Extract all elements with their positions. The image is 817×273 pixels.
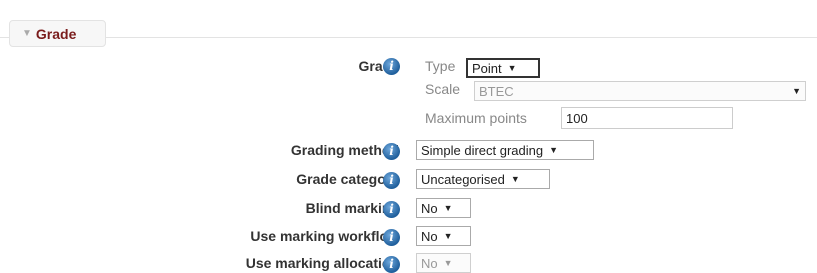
- marking-allocation-select[interactable]: No ▼: [416, 253, 471, 273]
- max-points-label: Maximum points: [425, 110, 527, 126]
- dropdown-arrow-icon: ▼: [507, 63, 517, 73]
- grade-section-toggle[interactable]: ▼ Grade: [9, 20, 106, 47]
- grade-type-select[interactable]: Point ▼: [466, 58, 540, 78]
- info-icon[interactable]: i: [383, 58, 400, 75]
- grade-category-select[interactable]: Uncategorised ▼: [416, 169, 550, 189]
- blind-marking-value: No: [421, 200, 438, 216]
- max-points-input[interactable]: [561, 107, 733, 129]
- dropdown-arrow-icon: ▼: [443, 258, 453, 268]
- dropdown-arrow-icon: ▼: [792, 86, 801, 96]
- dropdown-arrow-icon: ▼: [443, 203, 453, 213]
- marking-workflow-select[interactable]: No ▼: [416, 226, 471, 246]
- marking-workflow-label: Use marking workflow: [250, 228, 399, 244]
- dropdown-arrow-icon: ▼: [549, 145, 559, 155]
- grade-category-value: Uncategorised: [421, 171, 505, 187]
- dropdown-arrow-icon: ▼: [510, 174, 520, 184]
- grade-scale-select[interactable]: BTEC ▼: [474, 81, 806, 101]
- info-icon[interactable]: i: [383, 229, 400, 246]
- grading-method-select[interactable]: Simple direct grading ▼: [416, 140, 594, 160]
- grading-method-value: Simple direct grading: [421, 142, 544, 158]
- grade-type-label: Type: [425, 58, 456, 74]
- grade-scale-label: Scale: [425, 81, 461, 97]
- info-icon[interactable]: i: [383, 143, 400, 160]
- blind-marking-select[interactable]: No ▼: [416, 198, 471, 218]
- marking-workflow-value: No: [421, 228, 438, 244]
- marking-allocation-value: No: [421, 255, 438, 271]
- info-icon[interactable]: i: [383, 256, 400, 273]
- marking-allocation-label: Use marking allocation: [245, 255, 399, 271]
- info-icon[interactable]: i: [383, 201, 400, 218]
- grade-scale-value: BTEC: [479, 83, 514, 99]
- dropdown-arrow-icon: ▼: [443, 231, 453, 241]
- section-title: Grade: [35, 25, 77, 42]
- fieldset-divider: [0, 37, 817, 38]
- grade-type-value: Point: [472, 60, 502, 76]
- triangle-down-icon: ▼: [22, 28, 32, 39]
- info-icon[interactable]: i: [383, 172, 400, 189]
